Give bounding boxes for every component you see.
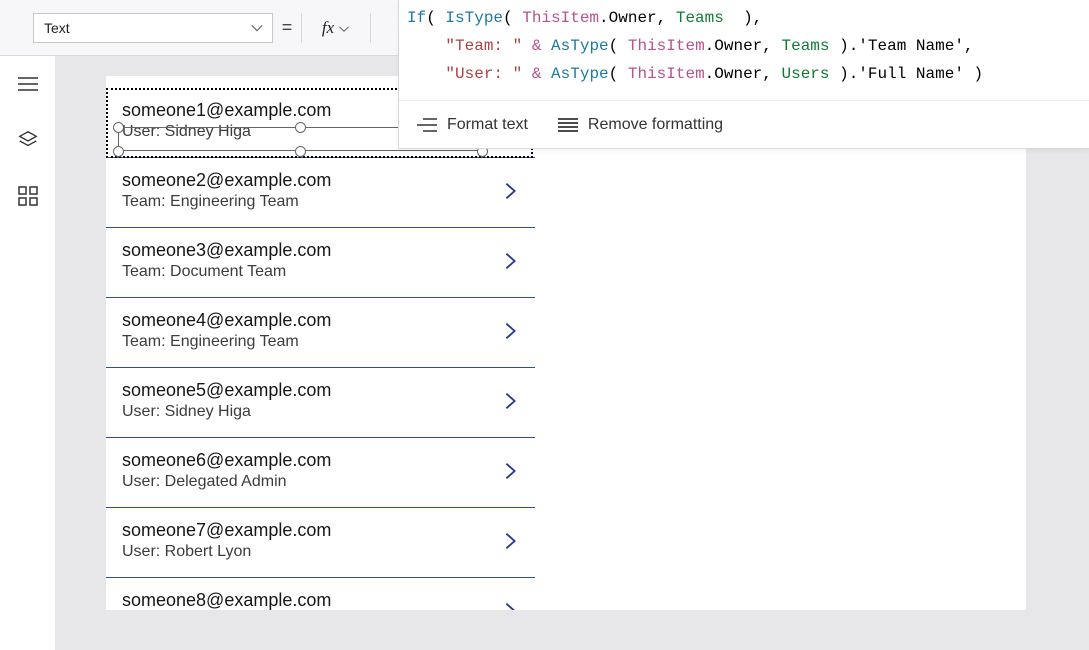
components-button[interactable] [0,168,56,224]
chevron-right-icon[interactable] [499,530,521,552]
row-email: someone7@example.com [122,519,519,541]
property-selector-value: Text [44,20,70,36]
chevron-right-icon[interactable] [499,600,521,610]
row-subtitle: User: Robert Lyon [122,543,519,561]
gallery-row[interactable]: someone5@example.com User: Sidney Higa [106,368,535,438]
fx-label: fx [322,18,334,38]
remove-formatting-icon [558,117,578,133]
chevron-right-icon[interactable] [499,180,521,202]
format-text-label: Format text [447,116,528,134]
remove-formatting-button[interactable]: Remove formatting [558,116,723,134]
format-text-icon [417,117,437,133]
row-subtitle: Team: Engineering Team [122,333,519,351]
layers-icon [17,129,39,151]
property-selector[interactable]: Text [33,13,273,43]
gallery-row[interactable]: someone4@example.com Team: Engineering Te… [106,298,535,368]
gallery-row[interactable]: someone7@example.com User: Robert Lyon [106,508,535,578]
chevron-right-icon[interactable] [499,250,521,272]
row-subtitle: User: Sidney Higa [122,403,519,421]
chevron-right-icon[interactable] [499,390,521,412]
row-email: someone5@example.com [122,379,519,401]
hamburger-icon [18,76,38,92]
row-email: someone3@example.com [122,239,519,261]
gallery-row[interactable]: someone8@example.com [106,578,535,610]
grid-icon [18,186,38,206]
formula-panel: If( IsType( ThisItem.Owner, Teams ), "Te… [398,0,1089,149]
row-email: someone8@example.com [122,589,519,610]
row-subtitle: Team: Engineering Team [122,193,519,211]
gallery-row[interactable]: someone3@example.com Team: Document Team [106,228,535,298]
formula-toolbar: Format text Remove formatting [399,100,1089,148]
chevron-right-icon[interactable] [499,460,521,482]
gallery-row[interactable]: someone2@example.com Team: Engineering Te… [106,158,535,228]
row-email: someone6@example.com [122,449,519,471]
row-subtitle: Team: Document Team [122,263,519,281]
hamburger-button[interactable] [0,56,56,112]
app-canvas[interactable]: someone1@example.comUser: Sidney Higasom… [106,76,1026,610]
format-text-button[interactable]: Format text [417,116,528,134]
chevron-down-icon [338,23,350,35]
remove-formatting-label: Remove formatting [588,116,723,134]
formula-editor[interactable]: If( IsType( ThisItem.Owner, Teams ), "Te… [399,0,1089,100]
chevron-down-icon [250,21,264,35]
tree-view-button[interactable] [0,112,56,168]
left-rail [0,56,56,650]
gallery[interactable]: someone1@example.comUser: Sidney Higasom… [106,88,535,610]
chevron-right-icon[interactable] [499,320,521,342]
fx-button[interactable]: fx [301,13,371,43]
row-subtitle: User: Delegated Admin [122,473,519,491]
equals-sign: = [273,17,301,38]
gallery-row[interactable]: someone6@example.com User: Delegated Admi… [106,438,535,508]
row-email: someone4@example.com [122,309,519,331]
row-email: someone2@example.com [122,169,519,191]
